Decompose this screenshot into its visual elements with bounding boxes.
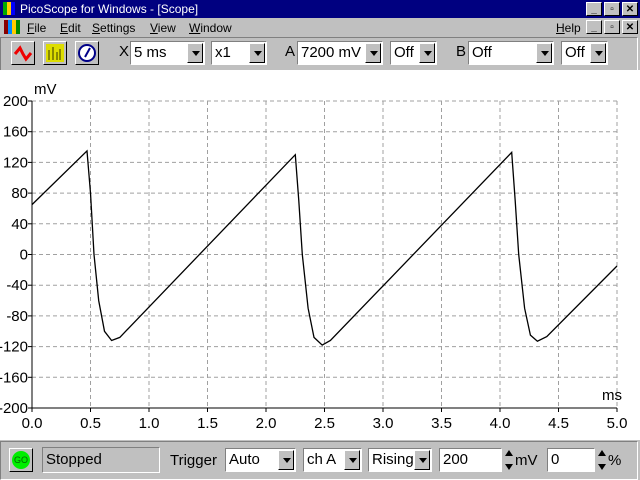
b-coupling-value: Off bbox=[565, 44, 585, 61]
y-tick-label: -160 bbox=[0, 369, 28, 386]
x-tick-label: 1.5 bbox=[197, 415, 218, 432]
app-icon bbox=[3, 2, 15, 15]
channel-a-range-select[interactable]: 7200 mV bbox=[297, 41, 383, 65]
scope-plot[interactable]: 0.0 0.5 1.0 1.5 2.0 2.5 3.0 3.5 4.0 4.5 5.0 200 160 1… bbox=[0, 70, 640, 440]
multiplier-value: x1 bbox=[215, 44, 231, 61]
minimize-button[interactable]: _ bbox=[586, 2, 602, 16]
y-tick-label: -120 bbox=[0, 339, 28, 356]
y-tick-label: 120 bbox=[3, 154, 28, 171]
y-tick-label: -200 bbox=[0, 400, 28, 417]
trigger-delay-value: 0 bbox=[551, 451, 560, 468]
window-title: PicoScope for Windows - [Scope] bbox=[20, 2, 199, 16]
channel-b-label: B bbox=[456, 43, 467, 60]
x-tick-label: 4.0 bbox=[490, 415, 511, 432]
x-tick-label: 3.0 bbox=[373, 415, 394, 432]
chevron-down-icon[interactable] bbox=[414, 450, 430, 470]
trigger-mode-select[interactable]: Auto bbox=[225, 448, 296, 472]
trigger-delay-spinner[interactable] bbox=[597, 448, 607, 472]
x-axis-label: ms bbox=[602, 387, 622, 404]
chevron-down-icon[interactable] bbox=[249, 43, 265, 63]
x-tick-label: 1.0 bbox=[139, 415, 160, 432]
menu-settings[interactable]: Settings bbox=[92, 21, 135, 35]
close-button[interactable]: ✕ bbox=[622, 2, 638, 16]
chevron-down-icon[interactable] bbox=[278, 450, 294, 470]
y-tick-label: 200 bbox=[3, 93, 28, 110]
channel-b-range-select[interactable]: Off bbox=[468, 41, 554, 65]
y-tick-label: -40 bbox=[6, 277, 28, 294]
x-tick-label: 2.5 bbox=[314, 415, 335, 432]
channel-a-coupling-select[interactable]: Off bbox=[390, 41, 437, 65]
chevron-down-icon[interactable] bbox=[536, 43, 552, 63]
y-tick-label: -80 bbox=[6, 308, 28, 325]
title-bar: PicoScope for Windows - [Scope] _ ▫ ✕ bbox=[0, 0, 640, 18]
meter-mode-button[interactable] bbox=[75, 41, 99, 65]
multiplier-select[interactable]: x1 bbox=[211, 41, 267, 65]
status-bar: GO Stopped Trigger Auto ch A Rising 200 … bbox=[0, 441, 638, 480]
trigger-level-value: 200 bbox=[443, 451, 469, 468]
trigger-channel-select[interactable]: ch A bbox=[303, 448, 362, 472]
doc-close-button[interactable]: ✕ bbox=[622, 20, 638, 34]
a-coupling-value: Off bbox=[394, 44, 414, 61]
trigger-level-input[interactable]: 200 bbox=[439, 448, 502, 472]
chevron-down-icon[interactable] bbox=[344, 450, 360, 470]
x-tick-label: 2.0 bbox=[256, 415, 277, 432]
x-tick-label: 5.0 bbox=[607, 415, 628, 432]
channel-b-coupling-select[interactable]: Off bbox=[561, 41, 608, 65]
go-label: GO bbox=[12, 451, 30, 469]
chevron-down-icon[interactable] bbox=[187, 43, 203, 63]
menu-file[interactable]: File bbox=[27, 21, 46, 35]
b-range-value: Off bbox=[472, 44, 492, 61]
delay-unit: % bbox=[608, 452, 622, 469]
trigger-edge-select[interactable]: Rising bbox=[368, 448, 432, 472]
menu-help[interactable]: Help bbox=[556, 21, 581, 35]
scope-mode-button[interactable] bbox=[11, 41, 35, 65]
status-display: Stopped bbox=[42, 447, 160, 473]
scope-chart: 0.0 0.5 1.0 1.5 2.0 2.5 3.0 3.5 4.0 4.5 5.0 200 160 1… bbox=[0, 81, 628, 432]
y-tick-label: 40 bbox=[11, 216, 28, 233]
x-tick-label: 4.5 bbox=[548, 415, 569, 432]
chevron-down-icon[interactable] bbox=[419, 43, 435, 63]
trigger-delay-input[interactable]: 0 bbox=[547, 448, 595, 472]
menu-window[interactable]: Window bbox=[189, 21, 232, 35]
menu-view[interactable]: View bbox=[150, 21, 176, 35]
x-label: X bbox=[119, 43, 130, 60]
trigger-label: Trigger bbox=[170, 452, 217, 469]
a-range-value: 7200 mV bbox=[301, 44, 362, 61]
y-tick-label: 80 bbox=[11, 185, 28, 202]
go-button[interactable]: GO bbox=[9, 448, 33, 472]
waveform-icon bbox=[13, 45, 33, 62]
level-unit: mV bbox=[515, 452, 538, 469]
doc-minimize-button[interactable]: _ bbox=[586, 20, 602, 34]
menu-bar: File Edit Settings View Window Help _ ▫ … bbox=[0, 18, 640, 37]
trigger-mode-value: Auto bbox=[229, 451, 260, 468]
trigger-channel-value: ch A bbox=[307, 451, 337, 468]
restore-button[interactable]: ▫ bbox=[604, 2, 620, 16]
y-tick-label: 0 bbox=[20, 247, 28, 264]
menu-edit[interactable]: Edit bbox=[60, 21, 81, 35]
toolbar: X 5 ms x1 A 7200 mV Off B Off Off bbox=[0, 37, 638, 71]
document-icon[interactable] bbox=[4, 20, 20, 34]
channel-a-label: A bbox=[285, 43, 296, 60]
timebase-select[interactable]: 5 ms bbox=[130, 41, 205, 65]
x-tick-label: 0.5 bbox=[80, 415, 101, 432]
y-tick-label: 160 bbox=[3, 124, 28, 141]
chevron-down-icon[interactable] bbox=[590, 43, 606, 63]
doc-restore-button[interactable]: ▫ bbox=[604, 20, 620, 34]
x-tick-label: 3.5 bbox=[431, 415, 452, 432]
spectrum-mode-button[interactable] bbox=[43, 41, 67, 65]
trigger-edge-value: Rising bbox=[372, 451, 414, 468]
x-tick-label: 0.0 bbox=[22, 415, 43, 432]
y-axis-label: mV bbox=[34, 81, 57, 98]
trigger-level-spinner[interactable] bbox=[504, 448, 514, 472]
timebase-value: 5 ms bbox=[134, 44, 167, 61]
chevron-down-icon[interactable] bbox=[365, 43, 381, 63]
